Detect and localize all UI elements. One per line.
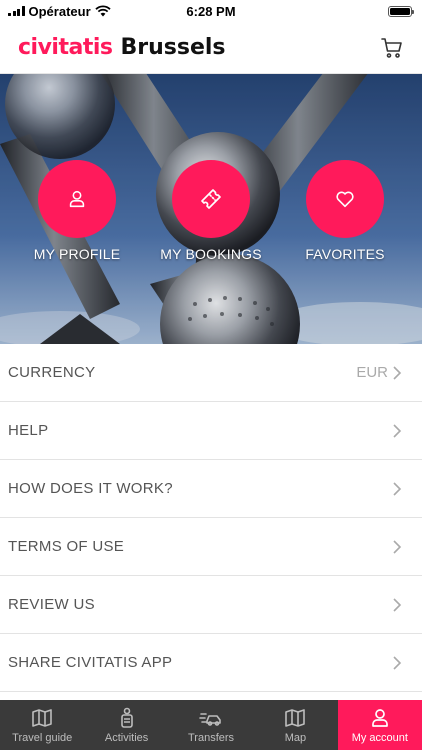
my-bookings-button[interactable]: MY BOOKINGS	[146, 160, 276, 262]
menu-item-label: SHARE CIVITATIS APP	[8, 654, 173, 671]
account-menu: CURRENCY EUR HELP HOW DOES IT WORK? TERM…	[0, 344, 422, 692]
my-bookings-label: MY BOOKINGS	[160, 246, 262, 262]
chevron-right-icon	[393, 656, 402, 670]
menu-item-label: TERMS OF USE	[8, 538, 125, 555]
menu-item-label: CURRENCY	[8, 364, 96, 381]
wifi-icon	[95, 5, 111, 17]
favorites-label: FAVORITES	[305, 246, 385, 262]
menu-item-terms[interactable]: TERMS OF USE	[0, 518, 422, 576]
activities-icon	[120, 707, 133, 728]
chevron-right-icon	[393, 366, 402, 380]
chevron-right-icon	[393, 482, 402, 496]
favorites-button[interactable]: FAVORITES	[280, 160, 410, 262]
brand-logo: civitatis	[18, 35, 113, 60]
tab-label: Transfers	[187, 732, 235, 744]
tab-activities[interactable]: Activities	[84, 700, 168, 750]
signal-icon	[8, 6, 25, 16]
app-header: civitatis Brussels	[0, 22, 422, 74]
map-icon	[285, 709, 306, 727]
hero-banner: MY PROFILE MY BOOKINGS FAVORITES	[0, 74, 422, 344]
menu-item-help[interactable]: HELP	[0, 402, 422, 460]
chevron-right-icon	[393, 424, 402, 438]
carrier-name: Opérateur	[28, 3, 91, 19]
status-bar: Opérateur 6:28 PM	[0, 0, 422, 22]
favorites-circle[interactable]	[306, 160, 384, 238]
tab-label: My account	[351, 732, 408, 744]
tab-travel-guide[interactable]: Travel guide	[0, 700, 84, 750]
tab-bar: Travel guide Activities Transfers Map My…	[0, 700, 422, 750]
cart-icon[interactable]	[380, 36, 404, 60]
guide-map-icon	[32, 709, 53, 727]
transfers-car-icon	[199, 713, 221, 726]
tab-transfers[interactable]: Transfers	[169, 700, 253, 750]
menu-item-how-it-works[interactable]: HOW DOES IT WORK?	[0, 460, 422, 518]
heart-icon	[336, 191, 354, 208]
hero-actions: MY PROFILE MY BOOKINGS FAVORITES	[0, 74, 422, 344]
tab-map[interactable]: Map	[253, 700, 337, 750]
profile-circle[interactable]	[38, 160, 116, 238]
menu-item-label: HELP	[8, 422, 49, 439]
city-title: Brussels	[120, 35, 226, 60]
chevron-right-icon	[393, 540, 402, 554]
menu-item-share[interactable]: SHARE CIVITATIS APP	[0, 634, 422, 692]
menu-item-review[interactable]: REVIEW US	[0, 576, 422, 634]
status-left: Opérateur	[8, 4, 111, 19]
bookings-circle[interactable]	[172, 160, 250, 238]
tab-label: Activities	[104, 732, 149, 744]
tab-label: Map	[284, 732, 307, 744]
menu-item-label: HOW DOES IT WORK?	[8, 480, 173, 497]
person-icon	[69, 190, 85, 208]
account-icon	[371, 709, 388, 727]
battery-icon	[388, 5, 414, 17]
my-profile-button[interactable]: MY PROFILE	[12, 160, 142, 262]
tab-my-account[interactable]: My account	[337, 700, 422, 750]
menu-item-currency[interactable]: CURRENCY EUR	[0, 344, 422, 402]
ticket-icon	[201, 189, 221, 209]
tab-label: Travel guide	[12, 732, 73, 744]
chevron-right-icon	[393, 598, 402, 612]
currency-value: EUR	[356, 364, 388, 381]
my-profile-label: MY PROFILE	[33, 246, 121, 262]
menu-item-label: REVIEW US	[8, 596, 95, 613]
